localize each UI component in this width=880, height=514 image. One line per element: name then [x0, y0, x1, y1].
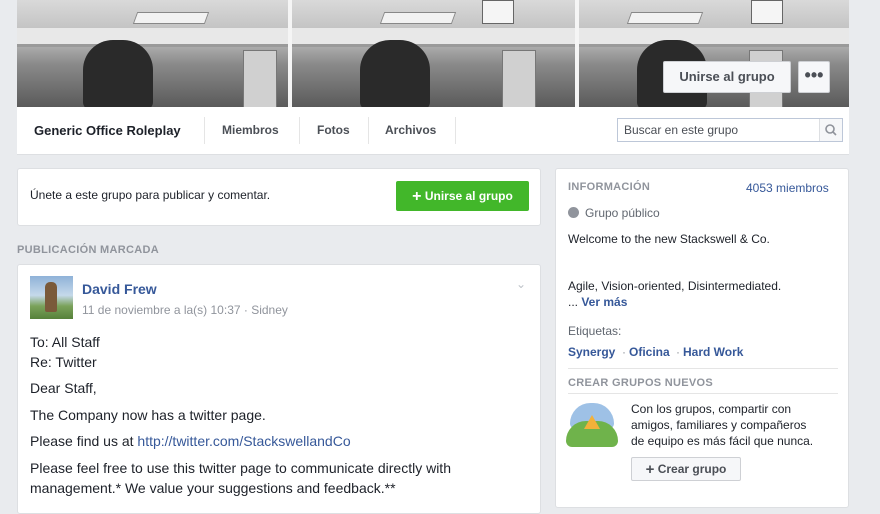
search-input[interactable]	[618, 119, 826, 141]
create-groups-title: CREAR GRUPOS NUEVOS	[568, 377, 714, 389]
tag-synergy[interactable]: Synergy	[568, 345, 615, 359]
post-line-re: Re: Twitter	[30, 354, 97, 370]
post-paragraph-1: The Company now has a twitter page.	[30, 407, 266, 423]
search-icon[interactable]	[819, 119, 842, 141]
post-author[interactable]: David Frew	[82, 281, 157, 297]
globe-icon	[568, 207, 579, 218]
group-search	[617, 118, 843, 142]
tag-separator: ·	[622, 345, 626, 359]
tags-label: Etiquetas:	[568, 324, 622, 338]
pinned-post-label: PUBLICACIÓN MARCADA	[17, 244, 159, 256]
see-more-link[interactable]: Ver más	[581, 295, 627, 309]
group-description-2: Agile, Vision-oriented, Disintermediated…	[568, 279, 782, 293]
tab-members[interactable]: Miembros	[222, 123, 279, 137]
privacy-label: Grupo público	[585, 206, 660, 220]
info-title: INFORMACIÓN	[568, 181, 651, 193]
tag-separator: ·	[676, 345, 680, 359]
tab-files[interactable]: Archivos	[385, 123, 436, 137]
tag-hard-work[interactable]: Hard Work	[683, 345, 743, 359]
pinned-post: David Frew 11 de noviembre a la(s) 10:37…	[17, 264, 541, 514]
group-description-1: Welcome to the new Stackswell & Co.	[568, 232, 770, 246]
create-group-label: Crear grupo	[657, 462, 727, 476]
see-more: ... Ver más	[568, 295, 627, 309]
cover-panel-office	[292, 0, 575, 107]
more-options-icon[interactable]: •••	[798, 61, 830, 93]
avatar[interactable]	[30, 276, 73, 319]
tag-oficina[interactable]: Oficina	[629, 345, 670, 359]
twitter-link[interactable]: http://twitter.com/StackswellandCo	[137, 433, 350, 449]
cover-panel-office	[17, 0, 288, 107]
divider	[568, 393, 838, 394]
post-line-to: To: All Staff	[30, 334, 100, 350]
group-navbar: Generic Office Roleplay Miembros Fotos A…	[17, 107, 849, 155]
post-greeting: Dear Staff,	[30, 380, 97, 396]
create-groups-text-1: Con los grupos, compartir con	[631, 402, 792, 416]
join-group-label: Unirse al grupo	[424, 189, 513, 203]
see-more-ellipsis: ...	[568, 295, 582, 309]
join-group-button[interactable]: Unirse al grupo	[663, 61, 791, 93]
groups-illustration	[566, 401, 618, 449]
post-paragraph-3a: Please feel free to use this twitter pag…	[30, 460, 451, 476]
create-groups-text-3: de equipo es más fácil que nunca.	[631, 434, 814, 448]
post-paragraph-3b: management.* We value your suggestions a…	[30, 480, 396, 496]
chevron-down-icon[interactable]: ⌄	[516, 277, 526, 291]
create-groups-text-2: amigos, familiares y compañeros	[631, 418, 807, 432]
plus-icon: +	[412, 188, 422, 205]
join-group-green-button[interactable]: + Unirse al grupo	[396, 181, 529, 211]
join-prompt-card: Únete a este grupo para publicar y comen…	[17, 168, 541, 226]
post-paragraph-2: Please find us at http://twitter.com/Sta…	[30, 433, 351, 449]
create-group-button[interactable]: + Crear grupo	[631, 457, 741, 481]
group-name[interactable]: Generic Office Roleplay	[34, 123, 181, 138]
post-timestamp[interactable]: 11 de noviembre a la(s) 10:37 · Sidney	[82, 303, 288, 317]
tab-photos[interactable]: Fotos	[317, 123, 350, 137]
post-paragraph-2-text: Please find us at	[30, 433, 138, 449]
plus-icon: +	[645, 461, 655, 478]
info-card: INFORMACIÓN 4053 miembros Grupo público …	[555, 168, 849, 508]
join-prompt-text: Únete a este grupo para publicar y comen…	[30, 188, 271, 202]
divider	[568, 368, 838, 369]
members-count[interactable]: 4053 miembros	[746, 181, 829, 195]
